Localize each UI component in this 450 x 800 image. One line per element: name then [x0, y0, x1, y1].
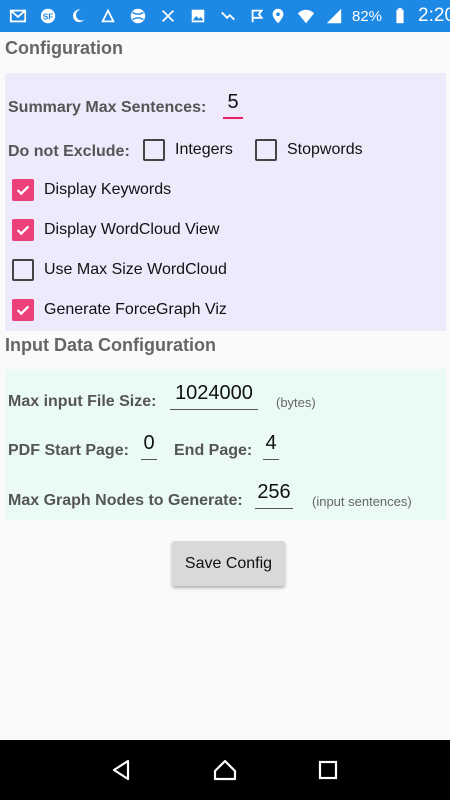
exclude-label: Do not Exclude:	[8, 143, 130, 160]
use-max-size-checkbox[interactable]	[12, 259, 34, 281]
battery-percentage: 82%	[352, 7, 383, 25]
cell-signal-icon	[324, 6, 344, 26]
signal-notify-icon	[98, 6, 118, 26]
display-wordcloud-checkbox[interactable]	[12, 219, 34, 241]
back-button[interactable]	[107, 755, 137, 785]
moon-icon	[68, 6, 88, 26]
integers-label: Integers	[175, 141, 233, 158]
system-icons: 82% 2:20	[268, 5, 450, 27]
home-icon	[213, 759, 237, 781]
app-x-icon	[158, 6, 178, 26]
check-flag-icon	[248, 6, 268, 26]
display-keywords-row[interactable]: Display Keywords	[12, 179, 171, 201]
max-file-size-hint: (bytes)	[276, 395, 316, 410]
battery-icon	[390, 6, 410, 26]
save-config-button[interactable]: Save Config	[172, 541, 285, 586]
pdf-start-label: PDF Start Page:	[8, 442, 129, 459]
image-icon	[188, 6, 208, 26]
generate-forcegraph-checkbox[interactable]	[12, 299, 34, 321]
location-icon	[268, 6, 288, 26]
home-button[interactable]	[210, 755, 240, 785]
max-file-size-input[interactable]: 1024000	[170, 378, 258, 410]
integers-checkbox-row[interactable]: Integers	[143, 139, 233, 161]
stopwords-label: Stopwords	[287, 141, 363, 158]
pdf-start-input[interactable]: 0	[141, 429, 157, 460]
display-keywords-label: Display Keywords	[44, 181, 172, 198]
checkmark-icon	[16, 185, 30, 196]
generate-forcegraph-label: Generate ForceGraph Viz	[44, 301, 227, 318]
end-page-label: End Page:	[174, 442, 253, 459]
configuration-panel: Summary Max Sentences: 5 Do not Exclude:…	[5, 73, 446, 331]
clock: 2:20	[418, 5, 450, 26]
max-file-size-label: Max input File Size:	[8, 393, 157, 410]
display-wordcloud-label: Display WordCloud View	[44, 221, 220, 238]
max-nodes-label: Max Graph Nodes to Generate:	[8, 492, 243, 509]
notification-icons: SF	[8, 6, 268, 26]
display-wordcloud-row[interactable]: Display WordCloud View	[12, 219, 219, 241]
recents-button[interactable]	[313, 755, 343, 785]
summary-max-label: Summary Max Sentences:	[8, 99, 207, 116]
use-max-size-label: Use Max Size WordCloud	[44, 261, 227, 278]
app-sf-icon: SF	[38, 6, 58, 26]
generate-forcegraph-row[interactable]: Generate ForceGraph Viz	[12, 299, 227, 321]
summary-max-input[interactable]: 5	[223, 88, 243, 119]
back-icon	[112, 759, 129, 781]
input-config-title: Input Data Configuration	[5, 335, 216, 355]
navigation-bar	[0, 740, 450, 800]
stopwords-checkbox[interactable]	[255, 139, 277, 161]
configuration-title: Configuration	[5, 38, 123, 58]
integers-checkbox[interactable]	[143, 139, 165, 161]
ball-icon	[128, 6, 148, 26]
trend-icon	[218, 6, 238, 26]
use-max-size-row[interactable]: Use Max Size WordCloud	[12, 259, 227, 281]
checkmark-icon	[16, 305, 30, 316]
stopwords-checkbox-row[interactable]: Stopwords	[255, 139, 363, 161]
svg-text:SF: SF	[43, 13, 53, 22]
checkmark-icon	[16, 225, 30, 236]
display-keywords-checkbox[interactable]	[12, 179, 34, 201]
max-nodes-input[interactable]: 256	[255, 478, 293, 509]
recents-icon	[319, 760, 338, 780]
end-page-input[interactable]: 4	[263, 429, 279, 460]
input-config-panel: Max input File Size: 1024000 (bytes) PDF…	[5, 369, 446, 520]
gmail-icon	[8, 6, 28, 26]
status-bar: SF 82% 2:20	[0, 0, 450, 32]
max-nodes-hint: (input sentences)	[312, 494, 412, 509]
wifi-icon	[296, 6, 316, 26]
